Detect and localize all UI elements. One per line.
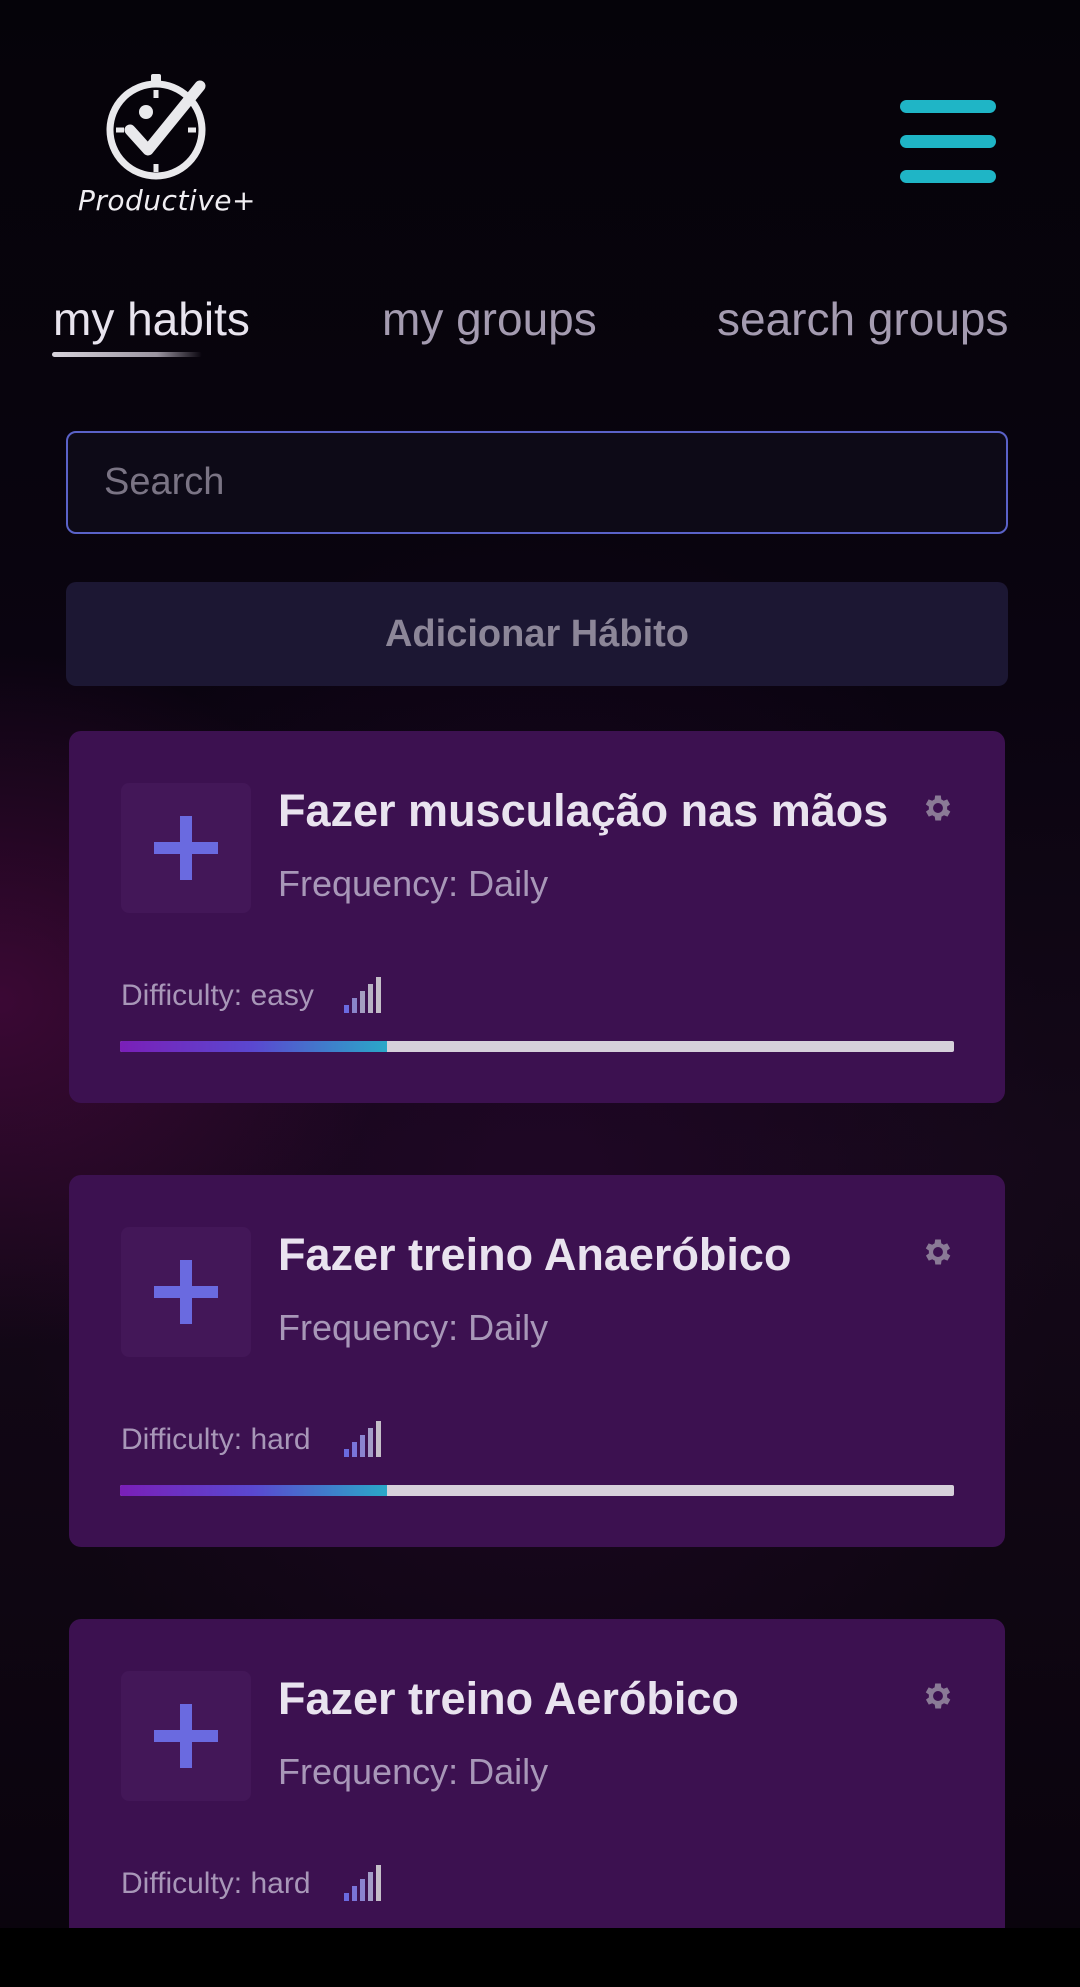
habit-title: Fazer musculação nas mãos <box>278 785 889 836</box>
progress-fill <box>120 1041 387 1052</box>
gear-icon[interactable] <box>921 791 955 825</box>
menu-line <box>900 170 996 183</box>
logo-text: Productive+ <box>78 184 256 217</box>
habit-card: Fazer treino Aeróbico Frequency: Daily D… <box>69 1619 1005 1928</box>
habit-frequency: Frequency: Daily <box>278 1307 549 1348</box>
habit-frequency: Frequency: Daily <box>278 1751 549 1792</box>
complete-habit-button[interactable] <box>121 1671 251 1801</box>
habit-frequency: Frequency: Daily <box>278 863 549 904</box>
menu-line <box>900 100 996 113</box>
menu-line <box>900 135 996 148</box>
habit-difficulty: Difficulty: hard <box>121 1423 311 1456</box>
app-logo: Productive+ <box>78 72 256 232</box>
complete-habit-button[interactable] <box>121 1227 251 1357</box>
app-screen: Productive+ my habits my groups search g… <box>0 0 1080 1928</box>
habit-card: Fazer treino Anaeróbico Frequency: Daily… <box>69 1175 1005 1547</box>
habit-progress-bar <box>120 1041 954 1052</box>
tab-my-groups[interactable]: my groups <box>382 292 597 346</box>
active-tab-underline <box>52 352 202 357</box>
habit-progress-bar <box>120 1485 954 1496</box>
habit-title: Fazer treino Aeróbico <box>278 1673 739 1724</box>
plus-icon <box>154 1260 218 1324</box>
habit-card: Fazer musculação nas mãos Frequency: Dai… <box>69 731 1005 1103</box>
tab-search-groups[interactable]: search groups <box>717 292 1009 346</box>
plus-icon <box>154 816 218 880</box>
gear-icon[interactable] <box>921 1679 955 1713</box>
add-habit-button[interactable]: Adicionar Hábito <box>66 582 1008 686</box>
habit-difficulty: Difficulty: hard <box>121 1867 311 1900</box>
signal-bars-icon <box>344 1421 381 1457</box>
signal-bars-icon <box>344 1865 381 1901</box>
tab-my-habits[interactable]: my habits <box>53 292 250 346</box>
signal-bars-icon <box>344 977 381 1013</box>
progress-fill <box>120 1485 387 1496</box>
gear-icon[interactable] <box>921 1235 955 1269</box>
stopwatch-check-icon <box>106 74 206 180</box>
habit-title: Fazer treino Anaeróbico <box>278 1229 792 1280</box>
plus-icon <box>154 1704 218 1768</box>
search-input[interactable] <box>66 431 1008 534</box>
complete-habit-button[interactable] <box>121 783 251 913</box>
habit-difficulty: Difficulty: easy <box>121 979 314 1012</box>
system-nav-area <box>0 1928 1080 1987</box>
hamburger-menu-icon[interactable] <box>900 98 996 184</box>
